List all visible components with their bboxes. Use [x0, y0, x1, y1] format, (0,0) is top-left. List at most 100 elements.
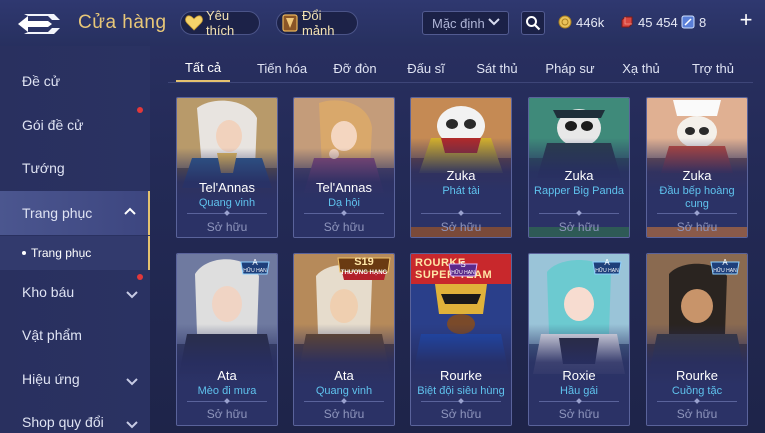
- owned-status: Sở hữu: [676, 220, 718, 234]
- sidebar-item-recommended[interactable]: Đề cử: [0, 61, 150, 101]
- shop-screen: Cửa hàng Yêu thích Đổi mảnh Mặc định 446…: [0, 0, 765, 433]
- tab-assassin[interactable]: Sát thủ: [468, 55, 526, 82]
- skin-card[interactable]: Tel'Annas Quang vinh Sở hữu: [176, 97, 278, 238]
- sidebar-item-label: Trang phục: [22, 205, 93, 221]
- owned-status: Sở hữu: [440, 220, 482, 234]
- skin-name: Dạ hội: [328, 197, 360, 209]
- voucher-balance: 8: [681, 13, 706, 31]
- tier-letter: A: [722, 258, 728, 267]
- skin-name: Phát tài: [442, 185, 480, 197]
- skin-card[interactable]: Zuka Rapper Big Panda Sở hữu: [528, 97, 630, 238]
- sidebar-item-items[interactable]: Vật phẩm: [0, 315, 150, 355]
- sort-dropdown[interactable]: Mặc định: [422, 11, 509, 35]
- chevron-down-icon: [126, 287, 138, 303]
- hero-name: Roxie: [562, 368, 596, 383]
- hero-name: Ata: [334, 368, 354, 383]
- owned-status: Sở hữu: [323, 407, 365, 421]
- voucher-icon: [681, 15, 695, 29]
- tab-tank[interactable]: Đỡ đòn: [326, 55, 384, 82]
- tab-fighter[interactable]: Đấu sĩ: [400, 55, 452, 82]
- divider: [657, 213, 737, 214]
- owned-status: Sở hữu: [558, 220, 600, 234]
- hero-name: Ata: [217, 368, 237, 383]
- tab-all[interactable]: Tất cả: [176, 55, 230, 82]
- tier-label: HỮU HẠN: [595, 268, 619, 274]
- sidebar: Đề cử Gói đề cử Tướng Trang phục Trang p…: [0, 46, 150, 433]
- tier-label: HỮU HẠN: [243, 268, 267, 274]
- voucher-value: 8: [699, 14, 707, 30]
- sidebar-item-skins[interactable]: Trang phục: [0, 191, 150, 235]
- bullet-icon: [22, 251, 26, 255]
- skin-name: Rapper Big Panda: [534, 185, 624, 197]
- divider: [421, 401, 501, 402]
- sidebar-item-heroes[interactable]: Tướng: [0, 148, 150, 188]
- favorites-label: Yêu thích: [206, 8, 235, 38]
- divider: [304, 213, 384, 214]
- sidebar-item-label: Kho báu: [22, 284, 75, 300]
- notification-dot: [137, 107, 143, 113]
- back-arrow-icon: [18, 14, 60, 34]
- owned-status: Sở hữu: [676, 407, 718, 421]
- skin-card[interactable]: Zuka Đầu bếp hoàng cung Sở hữu: [646, 97, 748, 238]
- tab-support[interactable]: Trợ thủ: [684, 55, 742, 82]
- sort-value: Mặc định: [432, 15, 485, 31]
- divider: [304, 401, 384, 402]
- chevron-down-icon: [488, 15, 500, 32]
- hero-name: Rourke: [676, 368, 718, 383]
- heart-icon: [185, 14, 203, 32]
- search-icon: [526, 16, 541, 31]
- sidebar-item-label: Tướng: [22, 160, 65, 176]
- tab-evolution[interactable]: Tiến hóa: [250, 55, 314, 82]
- skin-name: Quang vinh: [315, 385, 373, 397]
- sidebar-item-label: Hiệu ứng: [22, 371, 80, 387]
- skin-card[interactable]: Tel'Annas Dạ hội Sở hữu: [293, 97, 395, 238]
- sidebar-subitem-skins[interactable]: Trang phục: [0, 236, 150, 270]
- sidebar-item-label: Vật phẩm: [22, 327, 82, 343]
- sidebar-item-effects[interactable]: Hiệu ứng: [0, 359, 150, 399]
- owned-status: Sở hữu: [323, 220, 365, 234]
- skin-card[interactable]: A HỮU HẠN Roxie Hầu gái Sở hữu: [528, 253, 630, 426]
- hero-name: Rourke: [440, 368, 482, 383]
- add-currency-button[interactable]: +: [735, 9, 757, 32]
- hero-name: Zuka: [564, 168, 594, 183]
- tab-mage[interactable]: Pháp sư: [540, 55, 600, 82]
- skin-card[interactable]: A HỮU HẠN Rourke Cuồng tặc Sở hữu: [646, 253, 748, 426]
- back-button[interactable]: [14, 10, 64, 38]
- divider: [539, 213, 619, 214]
- chevron-up-icon: [124, 205, 136, 221]
- skin-card[interactable]: Zuka Phát tài Sở hữu: [410, 97, 512, 238]
- search-button[interactable]: [521, 11, 545, 35]
- tier-letter: A: [252, 258, 258, 267]
- sidebar-item-exchange-shop[interactable]: Shop quy đổi: [0, 402, 150, 433]
- sidebar-item-label: Đề cử: [22, 73, 61, 89]
- sidebar-item-label: Trang phục: [31, 246, 92, 260]
- tab-marksman[interactable]: Xạ thủ: [616, 55, 666, 82]
- skin-name: Biệt đội siêu hùng: [417, 385, 505, 397]
- divider: [421, 213, 501, 214]
- sidebar-item-label: Shop quy đổi: [22, 414, 104, 430]
- sidebar-item-treasure[interactable]: Kho báu: [0, 272, 150, 312]
- owned-status: Sở hữu: [440, 407, 482, 421]
- skin-card[interactable]: A HỮU HẠN Ata Mèo đi mưa Sở hữu: [176, 253, 278, 426]
- hero-name: Zuka: [446, 168, 476, 183]
- top-bar: Cửa hàng Yêu thích Đổi mảnh Mặc định 446…: [0, 0, 765, 46]
- page-title: Cửa hàng: [78, 12, 167, 33]
- exchange-shards-button[interactable]: Đổi mảnh: [276, 8, 358, 38]
- gold-coin-icon: [558, 15, 572, 29]
- tier-letter: S: [460, 260, 466, 269]
- skin-name: Đầu bếp hoàng cung: [659, 185, 735, 210]
- skin-card[interactable]: S19 THƯỢNG HẠNG Ata Quang vinh Sở hữu: [293, 253, 395, 426]
- gold-value: 446k: [576, 14, 605, 30]
- favorites-button[interactable]: Yêu thích: [180, 8, 260, 38]
- skin-name: Hầu gái: [560, 385, 598, 397]
- hero-name: Tel'Annas: [199, 180, 255, 195]
- category-tabs: Tất cả Tiến hóa Đỡ đòn Đấu sĩ Sát thủ Ph…: [168, 55, 753, 83]
- chevron-down-icon: [126, 417, 138, 433]
- sidebar-item-recommended-packs[interactable]: Gói đề cử: [0, 105, 150, 145]
- owned-status: Sở hữu: [558, 407, 600, 421]
- hero-name: Zuka: [682, 168, 712, 183]
- skin-card[interactable]: ROURKE SUPER TEAM S HỮU HẠN Rourke Biệt …: [410, 253, 512, 426]
- gold-balance: 446k: [558, 13, 604, 31]
- tier-letter: A: [604, 258, 610, 267]
- divider: [539, 401, 619, 402]
